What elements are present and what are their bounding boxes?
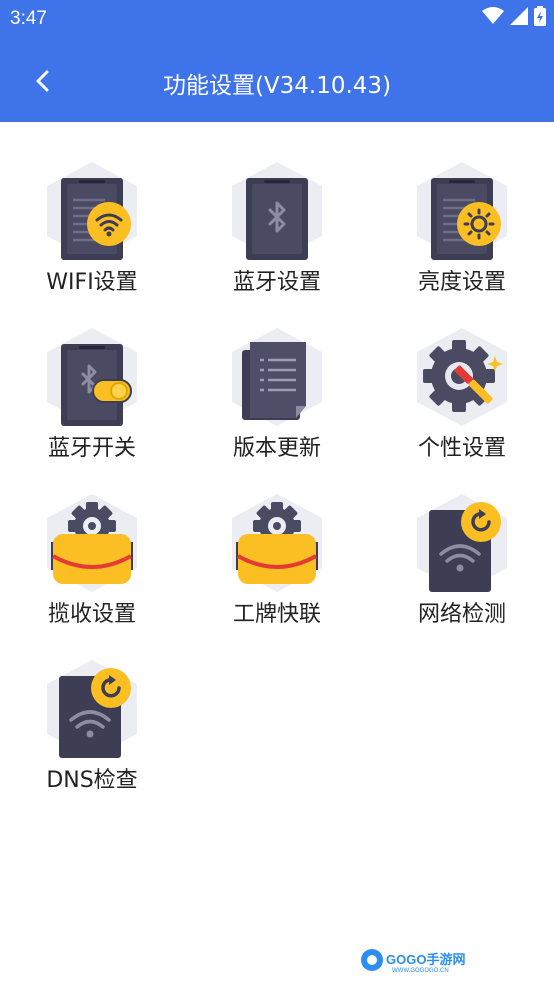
badge-quick-connect-icon: [230, 492, 324, 594]
function-item-pickup-settings[interactable]: 揽收设置: [0, 492, 184, 632]
function-item-badge-quick-connect[interactable]: 工牌快联: [185, 492, 369, 632]
watermark-logo: GOGO手游网 WWW.GOGOGO.CN: [361, 949, 465, 974]
function-item-label: WIFI设置: [46, 270, 138, 295]
function-item-bluetooth-toggle[interactable]: 蓝牙开关: [0, 326, 184, 466]
signal-status-icon: [510, 7, 528, 25]
bluetooth-toggle-icon: [45, 326, 139, 428]
function-item-version-update[interactable]: 版本更新: [185, 326, 369, 466]
function-item-label: 亮度设置: [417, 270, 506, 295]
function-item-label: 蓝牙开关: [47, 436, 136, 461]
network-check-icon: [415, 492, 509, 592]
function-item-label: 版本更新: [232, 436, 321, 461]
wifi-status-icon: [482, 7, 504, 24]
dns-check-icon: [45, 658, 139, 758]
svg-text:GOGO手游网: GOGO手游网: [386, 952, 465, 967]
function-item-brightness-settings[interactable]: 亮度设置: [370, 160, 554, 300]
wifi-settings-icon: [45, 160, 139, 262]
brightness-settings-icon: [415, 160, 509, 262]
function-item-dns-check[interactable]: DNS检查: [0, 658, 184, 798]
function-item-wifi-settings[interactable]: WIFI设置: [0, 160, 184, 300]
function-item-personalization[interactable]: 个性设置: [370, 326, 554, 466]
function-item-label: 网络检测: [417, 602, 506, 627]
bluetooth-settings-icon: [230, 160, 324, 262]
svg-text:WWW.GOGOGO.CN: WWW.GOGOGO.CN: [392, 968, 449, 974]
status-icons: [482, 6, 546, 26]
personalization-icon: [415, 326, 509, 428]
status-time: 3:47: [10, 8, 47, 29]
function-item-bluetooth-settings[interactable]: 蓝牙设置: [185, 160, 369, 300]
page-title: 功能设置(V34.10.43): [162, 73, 392, 99]
version-update-icon: [230, 326, 324, 428]
function-item-label: 个性设置: [417, 436, 506, 461]
function-item-label: 蓝牙设置: [232, 270, 321, 295]
pickup-settings-icon: [45, 492, 139, 594]
function-item-label: DNS检查: [46, 768, 138, 793]
app-header: 3:47 功能设置(V34.10.43): [0, 0, 554, 122]
function-item-network-check[interactable]: 网络检测: [370, 492, 554, 632]
battery-status-icon: [534, 6, 546, 26]
function-item-label: 揽收设置: [47, 602, 136, 627]
function-item-label: 工牌快联: [232, 602, 321, 627]
